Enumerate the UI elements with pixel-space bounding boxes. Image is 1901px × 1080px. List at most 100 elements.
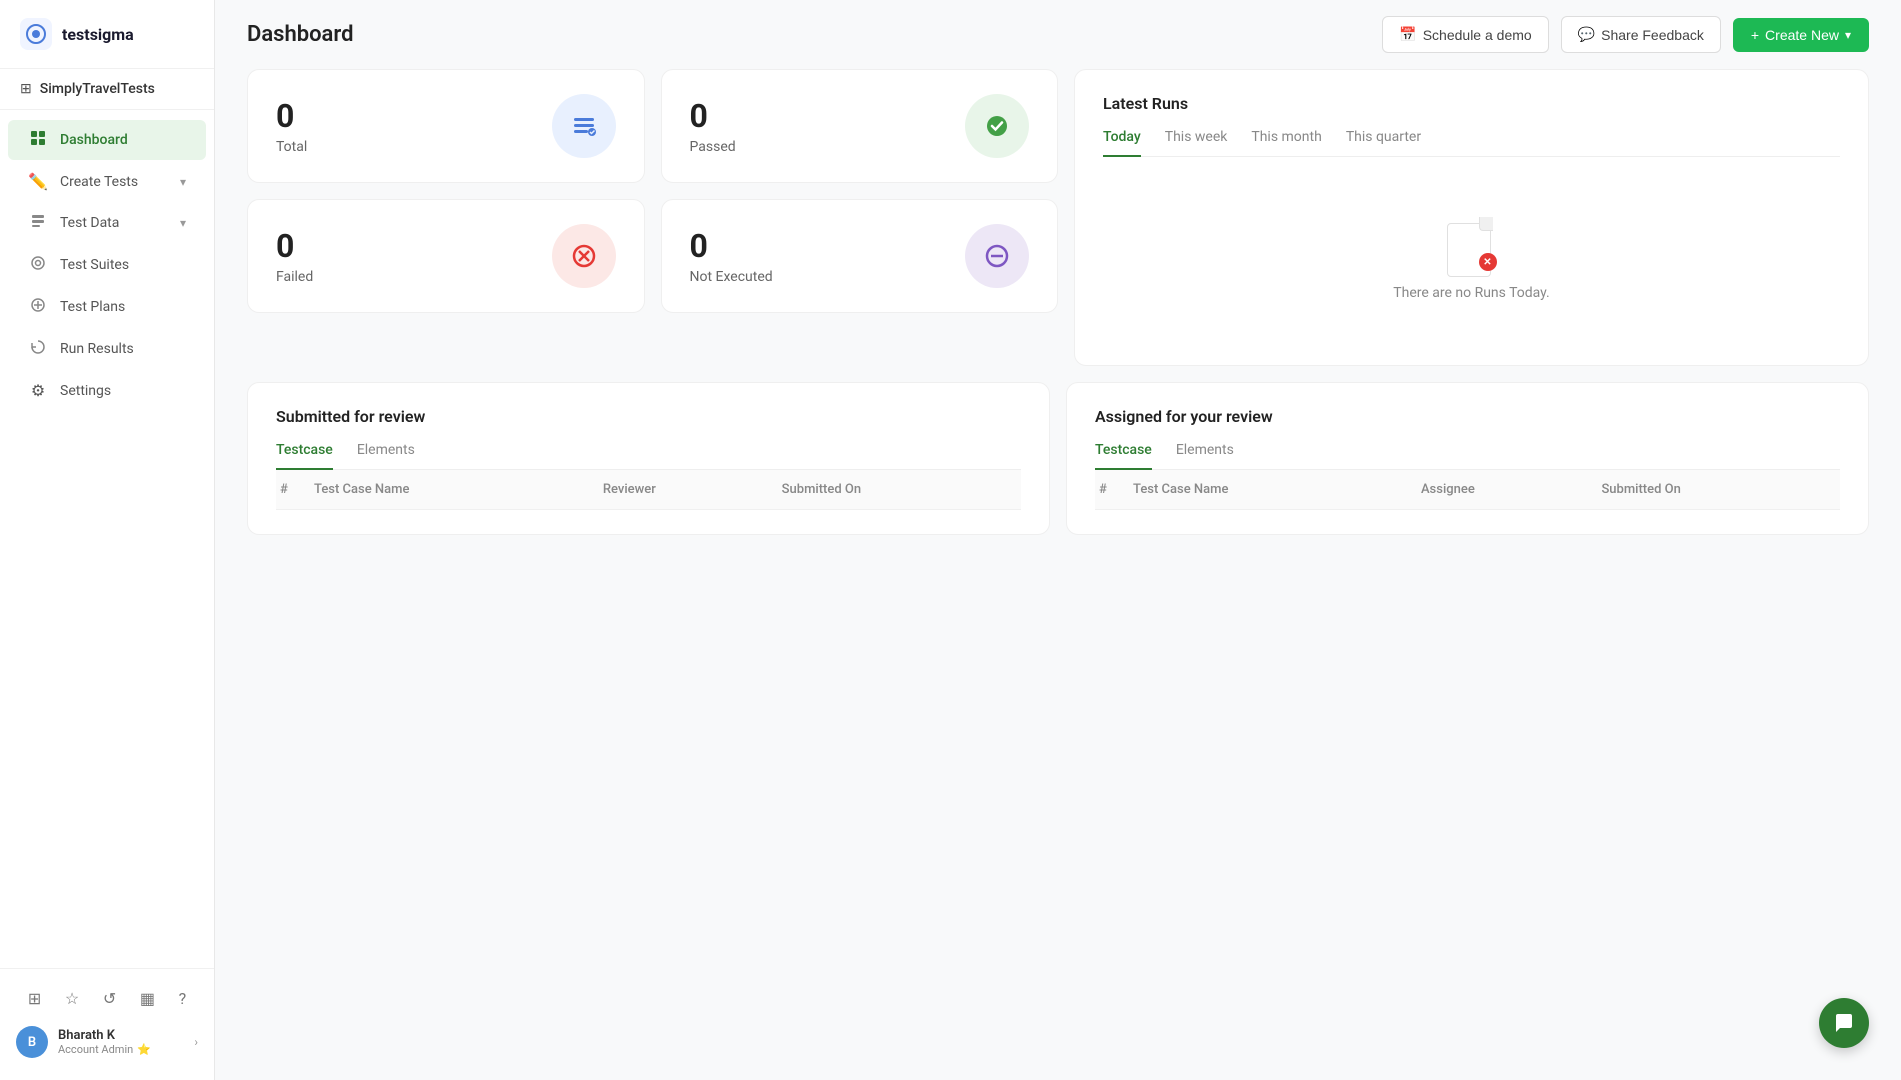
test-suites-icon (28, 255, 48, 275)
help-icon[interactable]: ? (179, 989, 187, 1008)
passed-number: 0 (690, 97, 736, 135)
assigned-col-assignee: Assignee (1413, 470, 1594, 510)
submitted-tab-elements[interactable]: Elements (357, 442, 415, 470)
total-number: 0 (276, 97, 307, 135)
submitted-tab-testcase[interactable]: Testcase (276, 442, 333, 470)
grid-bottom-icon[interactable]: ⊞ (28, 989, 41, 1008)
not-executed-icon (965, 224, 1029, 288)
run-results-icon (28, 339, 48, 359)
logo-text: testsigma (62, 25, 134, 44)
runs-tab-today[interactable]: Today (1103, 129, 1141, 157)
topbar: Dashboard 📅 Schedule a demo 💬 Share Feed… (215, 0, 1901, 69)
submitted-col-name: Test Case Name (306, 470, 595, 510)
stat-card-passed: 0 Passed (661, 69, 1059, 183)
not-executed-label: Not Executed (690, 269, 773, 285)
submitted-col-submitted-on: Submitted On (774, 470, 1021, 510)
assigned-review-title: Assigned for your review (1095, 407, 1840, 426)
assigned-col-hash: # (1095, 470, 1125, 510)
content-area: 0 Total 0 (215, 69, 1901, 567)
sidebar-item-test-data[interactable]: Test Data ▾ (8, 203, 206, 243)
latest-runs-card: Latest Runs Today This week This month T… (1074, 69, 1869, 366)
share-feedback-button[interactable]: 💬 Share Feedback (1561, 16, 1721, 53)
main-content: Dashboard 📅 Schedule a demo 💬 Share Feed… (215, 0, 1901, 1080)
stat-info-passed: 0 Passed (690, 97, 736, 155)
sidebar-item-dashboard[interactable]: Dashboard (8, 120, 206, 160)
create-new-button[interactable]: + Create New ▾ (1733, 18, 1869, 52)
bookmark-icon[interactable]: ☆ (65, 989, 79, 1008)
empty-state-icon: ✕ (1447, 217, 1497, 277)
assigned-col-name: Test Case Name (1125, 470, 1413, 510)
stat-info-not-executed: 0 Not Executed (690, 227, 773, 285)
submitted-review-title: Submitted for review (276, 407, 1021, 426)
not-executed-number: 0 (690, 227, 773, 265)
test-plans-label: Test Plans (60, 299, 125, 315)
failed-number: 0 (276, 227, 313, 265)
assigned-for-review-card: Assigned for your review Testcase Elemen… (1066, 382, 1869, 535)
app-name-label: SimplyTravelTests (40, 81, 155, 97)
create-tests-arrow: ▾ (180, 175, 186, 189)
user-info: Bharath K Account Admin ⭐ (58, 1028, 184, 1056)
user-profile[interactable]: B Bharath K Account Admin ⭐ › (0, 1016, 214, 1068)
topbar-actions: 📅 Schedule a demo 💬 Share Feedback + Cre… (1382, 16, 1869, 53)
runs-tab-this-month[interactable]: This month (1251, 129, 1321, 157)
submitted-for-review-card: Submitted for review Testcase Elements #… (247, 382, 1050, 535)
runs-tab-this-week[interactable]: This week (1165, 129, 1228, 157)
review-grid: Submitted for review Testcase Elements #… (247, 382, 1869, 535)
schedule-demo-button[interactable]: 📅 Schedule a demo (1382, 16, 1548, 53)
bottom-icons-bar: ⊞ ☆ ↺ ▦ ? (0, 981, 214, 1016)
create-tests-label: Create Tests (60, 174, 138, 190)
calendar-icon: 📅 (1399, 26, 1416, 43)
feedback-icon: 💬 (1578, 26, 1595, 43)
test-plans-icon (28, 297, 48, 317)
dashboard-icon (28, 130, 48, 150)
runs-tab-this-quarter[interactable]: This quarter (1346, 129, 1421, 157)
test-data-label: Test Data (60, 215, 119, 231)
failed-icon (552, 224, 616, 288)
app-name-selector[interactable]: ⊞ SimplyTravelTests (0, 69, 214, 110)
test-data-icon (28, 213, 48, 233)
sidebar-nav: Dashboard ✏️ Create Tests ▾ Test Data ▾ … (0, 110, 214, 968)
sidebar-item-create-tests[interactable]: ✏️ Create Tests ▾ (8, 162, 206, 201)
stat-card-total: 0 Total (247, 69, 645, 183)
chat-fab-button[interactable] (1819, 998, 1869, 1048)
stats-col-mid: 0 Passed 0 Not Executed (661, 69, 1059, 366)
grid-icon: ⊞ (20, 81, 32, 97)
submitted-review-table: # Test Case Name Reviewer Submitted On (276, 470, 1021, 510)
stat-info-total: 0 Total (276, 97, 307, 155)
test-data-arrow: ▾ (180, 216, 186, 230)
settings-label: Settings (60, 383, 111, 399)
failed-label: Failed (276, 269, 313, 285)
test-suites-label: Test Suites (60, 257, 129, 273)
dropdown-arrow-icon: ▾ (1845, 28, 1851, 42)
passed-label: Passed (690, 139, 736, 155)
sidebar-item-settings[interactable]: ⚙ Settings (8, 371, 206, 410)
assigned-col-submitted-on: Submitted On (1593, 470, 1840, 510)
submitted-col-reviewer: Reviewer (595, 470, 774, 510)
logo-area: testsigma (0, 0, 214, 69)
user-expand-arrow: › (194, 1035, 198, 1049)
calendar-icon[interactable]: ▦ (140, 989, 155, 1008)
sidebar-item-test-suites[interactable]: Test Suites (8, 245, 206, 285)
plus-icon: + (1751, 27, 1759, 43)
sidebar-item-test-plans[interactable]: Test Plans (8, 287, 206, 327)
stats-grid: 0 Total 0 (247, 69, 1869, 366)
refresh-icon[interactable]: ↺ (103, 989, 116, 1008)
no-runs-message: There are no Runs Today. (1393, 285, 1549, 301)
latest-runs-title: Latest Runs (1103, 94, 1840, 113)
dashboard-label: Dashboard (60, 132, 128, 148)
submitted-review-tabs: Testcase Elements (276, 442, 1021, 470)
stats-col-left: 0 Total 0 (247, 69, 645, 366)
runs-tabs: Today This week This month This quarter (1103, 129, 1840, 157)
stat-card-not-executed: 0 Not Executed (661, 199, 1059, 313)
no-runs-area: ✕ There are no Runs Today. (1103, 177, 1840, 341)
assigned-tab-testcase[interactable]: Testcase (1095, 442, 1152, 470)
settings-icon: ⚙ (28, 381, 48, 400)
assigned-tab-elements[interactable]: Elements (1176, 442, 1234, 470)
sidebar-item-run-results[interactable]: Run Results (8, 329, 206, 369)
stat-card-failed: 0 Failed (247, 199, 645, 313)
total-icon (552, 94, 616, 158)
submitted-col-hash: # (276, 470, 306, 510)
assigned-review-table: # Test Case Name Assignee Submitted On (1095, 470, 1840, 510)
user-name: Bharath K (58, 1028, 184, 1043)
page-title: Dashboard (247, 22, 353, 47)
